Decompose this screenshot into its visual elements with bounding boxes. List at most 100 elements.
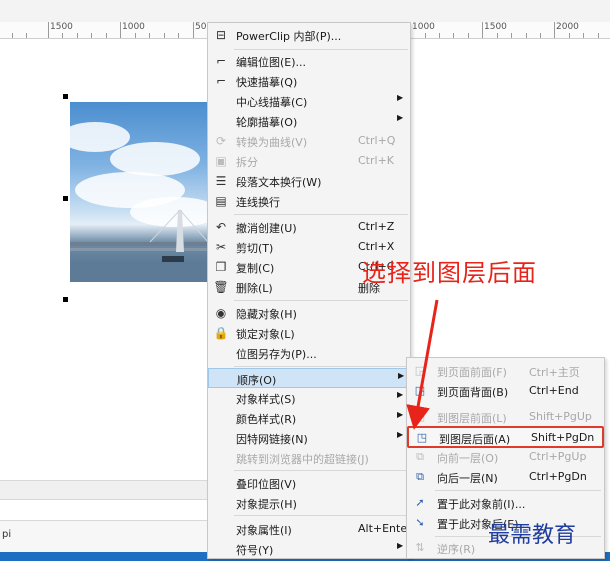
- bridge-photo[interactable]: [70, 102, 208, 282]
- forward-one-icon: ⧉: [416, 450, 424, 463]
- selection-handle[interactable]: [63, 94, 68, 99]
- submenu-arrow-icon: ▶: [397, 410, 404, 419]
- menu-item-convert-to-curves[interactable]: ⟳ 转换为曲线(V) Ctrl+Q: [208, 131, 410, 151]
- submenu-item-in-front-of[interactable]: ➚ 置于此对象前(I)...: [407, 493, 604, 513]
- connector-wrap-icon: ▤: [215, 194, 227, 208]
- menu-item-powerclip-inside[interactable]: ⊟ PowerClip 内部(P)...: [208, 25, 410, 45]
- submenu-item-to-layer-front[interactable]: ◲ 到图层前面(L) Shift+PgUp: [407, 407, 604, 427]
- menu-item-lock-object[interactable]: 🔒 锁定对象(L): [208, 323, 410, 343]
- menu-item-label: 撤消创建(U): [236, 222, 297, 235]
- menu-item-color-styles[interactable]: 颜色样式(R) ▶: [208, 408, 410, 428]
- menu-item-label: 叠印位图(V): [236, 478, 297, 491]
- submenu-item-shortcut: Ctrl+End: [529, 384, 579, 397]
- menu-item-label: 锁定对象(L): [236, 328, 295, 341]
- menu-item-label: 对象属性(I): [236, 524, 292, 537]
- menu-item-object-hints[interactable]: 对象提示(H): [208, 493, 410, 513]
- submenu-item-label: 向后一层(N): [437, 472, 498, 485]
- menu-item-shortcut: Ctrl+Z: [358, 220, 395, 233]
- submenu-item-forward-one[interactable]: ⧉ 向前一层(O) Ctrl+PgUp: [407, 447, 604, 467]
- menu-item-label: 删除(L): [236, 282, 273, 295]
- status-bar-lower: pi: [0, 520, 208, 555]
- menu-item-object-properties[interactable]: 对象属性(I) Alt+Enter: [208, 519, 412, 539]
- menu-item-label: 隐藏对象(H): [236, 308, 297, 321]
- ruler-tick-label: 1000: [412, 22, 435, 32]
- menu-separator: [234, 470, 408, 471]
- submenu-item-label: 置于此对象前(I)...: [437, 498, 526, 511]
- menu-item-label: 编辑位图(E)...: [236, 56, 307, 69]
- submenu-arrow-icon: ▶: [397, 113, 404, 122]
- submenu-item-shortcut: Ctrl+主页: [529, 366, 580, 379]
- menu-item-undo-create[interactable]: ↶ 撤消创建(U) Ctrl+Z: [208, 217, 410, 237]
- menu-item-wrap-paragraph-text[interactable]: ☰ 段落文本换行(W): [208, 171, 410, 191]
- menu-item-label: 转换为曲线(V): [236, 136, 308, 149]
- menu-item-label: 复制(C): [236, 262, 275, 275]
- menu-item-label: 对象样式(S): [236, 393, 296, 406]
- menu-separator: [234, 300, 408, 301]
- menu-item-break-apart[interactable]: ▣ 拆分 Ctrl+K: [208, 151, 410, 171]
- menu-item-save-bitmap-as[interactable]: 位图另存为(P)...: [208, 343, 410, 363]
- menu-item-quick-trace[interactable]: ⌐ 快速描摹(Q): [208, 71, 410, 91]
- horizontal-ruler-left[interactable]: 1500 1000 50: [0, 22, 207, 39]
- menu-item-shortcut: Alt+Enter: [358, 522, 412, 535]
- menu-item-object-styles[interactable]: 对象样式(S) ▶: [208, 388, 410, 408]
- edit-bitmap-icon: ⌐: [215, 54, 227, 68]
- undo-icon: ↶: [215, 220, 227, 234]
- to-layer-front-icon: ◲: [414, 410, 426, 423]
- lock-icon: 🔒: [213, 326, 229, 340]
- ruler-tick-label: 1500: [50, 22, 73, 32]
- in-front-of-icon: ➚: [415, 496, 425, 509]
- submenu-item-shortcut: Shift+PgDn: [531, 431, 595, 444]
- menu-item-label: 顺序(O): [237, 374, 277, 387]
- menu-item-label: 中心线描摹(C): [236, 96, 308, 109]
- submenu-item-to-page-front[interactable]: ◲ 到页面前面(F) Ctrl+主页: [407, 361, 604, 381]
- annotation-text: 选择到图层后面: [362, 259, 537, 287]
- menu-item-label: 颜色样式(R): [236, 413, 297, 426]
- submenu-item-label: 向前一层(O): [437, 452, 499, 465]
- watermark-logo: 最需教育: [488, 523, 577, 548]
- menu-item-symbol[interactable]: 符号(Y) ▶: [208, 539, 410, 559]
- back-one-icon: ⧉: [416, 470, 424, 483]
- menu-item-label: 连线换行: [236, 196, 280, 209]
- context-menu: ⊟ PowerClip 内部(P)... ⌐ 编辑位图(E)... ⌐ 快速描摹…: [207, 22, 412, 559]
- menu-item-internet-link[interactable]: 因特网链接(N) ▶: [208, 428, 410, 448]
- ruler-tick-label: 1500: [484, 22, 507, 32]
- menu-separator: [234, 366, 408, 367]
- convert-curves-icon: ⟳: [215, 134, 227, 148]
- menu-item-connector-wrap[interactable]: ▤ 连线换行: [208, 191, 410, 211]
- submenu-item-label: 到页面背面(B): [437, 386, 509, 399]
- menu-item-label: 段落文本换行(W): [236, 176, 322, 189]
- submenu-item-to-page-back[interactable]: ◳ 到页面背面(B) Ctrl+End: [407, 381, 604, 401]
- status-text-fragment: pi: [2, 529, 12, 540]
- behind-icon: ➘: [415, 516, 425, 529]
- wrap-text-icon: ☰: [215, 174, 227, 188]
- menu-item-label: 符号(Y): [236, 544, 274, 557]
- menu-item-hide-object[interactable]: ◉ 隐藏对象(H): [208, 303, 410, 323]
- status-bar: [0, 480, 208, 500]
- submenu-item-to-layer-back[interactable]: ◳ 到图层后面(A) Shift+PgDn: [407, 426, 604, 448]
- powerclip-icon: ⊟: [215, 28, 227, 42]
- horizontal-ruler-right[interactable]: 1000 1500 2000: [410, 22, 610, 39]
- menu-item-centerline-trace[interactable]: 中心线描摹(C) ▶: [208, 91, 410, 111]
- menu-item-order[interactable]: 顺序(O) ▶: [208, 368, 410, 388]
- ruler-tick-label: 2000: [556, 22, 579, 32]
- selection-handle[interactable]: [63, 196, 68, 201]
- cut-icon: ✂: [215, 240, 227, 254]
- submenu-item-label: 到图层前面(L): [437, 412, 507, 425]
- submenu-arrow-icon: ▶: [397, 390, 404, 399]
- menu-item-outline-trace[interactable]: 轮廓描摹(O) ▶: [208, 111, 410, 131]
- menu-item-label: 轮廓描摹(O): [236, 116, 298, 129]
- to-page-back-icon: ◳: [414, 384, 426, 397]
- break-apart-icon: ▣: [215, 154, 227, 168]
- ruler-tick-label: 1000: [122, 22, 145, 32]
- menu-item-jump-to-hyperlink[interactable]: 跳转到浏览器中的超链接(J): [208, 448, 410, 468]
- menu-item-edit-bitmap[interactable]: ⌐ 编辑位图(E)...: [208, 51, 410, 71]
- submenu-separator: [435, 490, 601, 491]
- trash-icon: 🗑: [213, 280, 229, 294]
- reverse-order-icon: ⇅: [415, 541, 425, 554]
- submenu-item-shortcut: Shift+PgUp: [529, 410, 592, 423]
- to-layer-back-icon: ◳: [416, 431, 428, 444]
- submenu-item-back-one[interactable]: ⧉ 向后一层(N) Ctrl+PgDn: [407, 467, 604, 487]
- selection-handle[interactable]: [63, 297, 68, 302]
- menu-item-overprint-bitmap[interactable]: 叠印位图(V): [208, 473, 410, 493]
- submenu-arrow-icon: ▶: [397, 93, 404, 102]
